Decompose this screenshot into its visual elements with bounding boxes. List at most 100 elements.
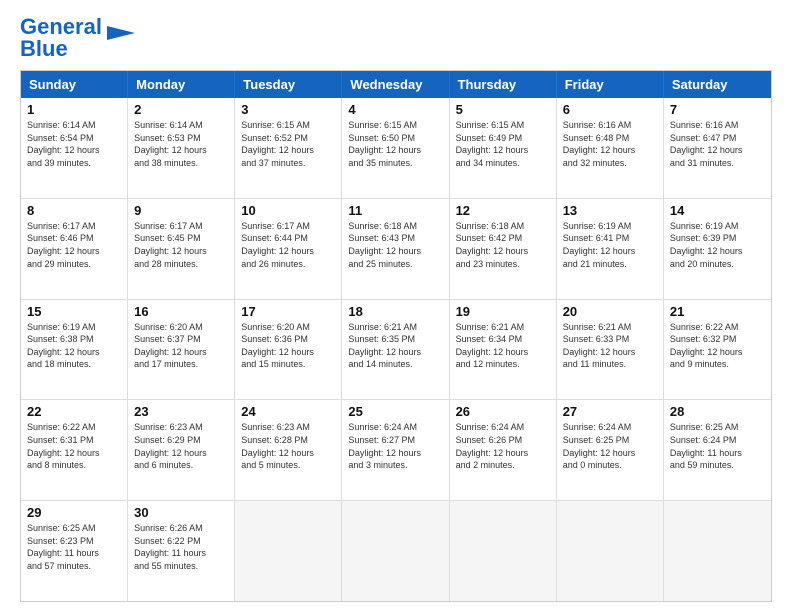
day-number: 21 (670, 304, 765, 319)
day-info: Sunrise: 6:14 AMSunset: 6:54 PMDaylight:… (27, 119, 121, 169)
page: GeneralBlue SundayMondayTuesdayWednesday… (0, 0, 792, 612)
weekday-header-tuesday: Tuesday (235, 71, 342, 98)
day-number: 11 (348, 203, 442, 218)
logo-text: GeneralBlue (20, 16, 102, 60)
day-info: Sunrise: 6:15 AMSunset: 6:50 PMDaylight:… (348, 119, 442, 169)
day-info: Sunrise: 6:23 AMSunset: 6:28 PMDaylight:… (241, 421, 335, 471)
day-number: 8 (27, 203, 121, 218)
day-info: Sunrise: 6:24 AMSunset: 6:27 PMDaylight:… (348, 421, 442, 471)
calendar-row-3: 15 Sunrise: 6:19 AMSunset: 6:38 PMDayligh… (21, 299, 771, 400)
day-cell-23: 23 Sunrise: 6:23 AMSunset: 6:29 PMDayligh… (128, 400, 235, 500)
calendar-row-4: 22Sunrise: 6:22 AMSunset: 6:31 PMDayligh… (21, 399, 771, 500)
day-number: 6 (563, 102, 657, 117)
empty-cell (450, 501, 557, 601)
logo-icon (106, 26, 136, 40)
day-number: 9 (134, 203, 228, 218)
day-info: Sunrise: 6:26 AMSunset: 6:22 PMDaylight:… (134, 522, 228, 572)
day-number: 23 (134, 404, 228, 419)
day-cell-1: 1 Sunrise: 6:14 AMSunset: 6:54 PMDaylight… (21, 98, 128, 198)
weekday-header-wednesday: Wednesday (342, 71, 449, 98)
day-info: Sunrise: 6:20 AMSunset: 6:36 PMDaylight:… (241, 321, 335, 371)
day-number: 29 (27, 505, 121, 520)
day-number: 24 (241, 404, 335, 419)
logo: GeneralBlue (20, 16, 136, 60)
day-number: 14 (670, 203, 765, 218)
day-number: 5 (456, 102, 550, 117)
day-cell-15: 15 Sunrise: 6:19 AMSunset: 6:38 PMDayligh… (21, 300, 128, 400)
day-number: 26 (456, 404, 550, 419)
day-number: 15 (27, 304, 121, 319)
day-cell-20: 20 Sunrise: 6:21 AMSunset: 6:33 PMDayligh… (557, 300, 664, 400)
day-number: 4 (348, 102, 442, 117)
day-info: Sunrise: 6:18 AMSunset: 6:43 PMDaylight:… (348, 220, 442, 270)
day-number: 7 (670, 102, 765, 117)
day-info: Sunrise: 6:19 AMSunset: 6:38 PMDaylight:… (27, 321, 121, 371)
empty-cell (342, 501, 449, 601)
day-cell-3: 3Sunrise: 6:15 AMSunset: 6:52 PMDaylight… (235, 98, 342, 198)
day-cell-26: 26 Sunrise: 6:24 AMSunset: 6:26 PMDayligh… (450, 400, 557, 500)
day-number: 30 (134, 505, 228, 520)
day-number: 10 (241, 203, 335, 218)
day-number: 28 (670, 404, 765, 419)
day-cell-27: 27 Sunrise: 6:24 AMSunset: 6:25 PMDayligh… (557, 400, 664, 500)
day-number: 13 (563, 203, 657, 218)
day-info: Sunrise: 6:17 AMSunset: 6:44 PMDaylight:… (241, 220, 335, 270)
day-info: Sunrise: 6:21 AMSunset: 6:35 PMDaylight:… (348, 321, 442, 371)
calendar-row-2: 8 Sunrise: 6:17 AMSunset: 6:46 PMDaylight… (21, 198, 771, 299)
weekday-header-friday: Friday (557, 71, 664, 98)
day-cell-28: 28Sunrise: 6:25 AMSunset: 6:24 PMDayligh… (664, 400, 771, 500)
weekday-header-sunday: Sunday (21, 71, 128, 98)
empty-cell (557, 501, 664, 601)
day-info: Sunrise: 6:24 AMSunset: 6:26 PMDaylight:… (456, 421, 550, 471)
day-info: Sunrise: 6:23 AMSunset: 6:29 PMDaylight:… (134, 421, 228, 471)
header: GeneralBlue (20, 16, 772, 60)
day-cell-10: 10 Sunrise: 6:17 AMSunset: 6:44 PMDayligh… (235, 199, 342, 299)
day-info: Sunrise: 6:18 AMSunset: 6:42 PMDaylight:… (456, 220, 550, 270)
day-cell-16: 16Sunrise: 6:20 AMSunset: 6:37 PMDayligh… (128, 300, 235, 400)
day-cell-18: 18 Sunrise: 6:21 AMSunset: 6:35 PMDayligh… (342, 300, 449, 400)
day-number: 17 (241, 304, 335, 319)
day-number: 19 (456, 304, 550, 319)
day-cell-6: 6 Sunrise: 6:16 AMSunset: 6:48 PMDaylight… (557, 98, 664, 198)
day-info: Sunrise: 6:24 AMSunset: 6:25 PMDaylight:… (563, 421, 657, 471)
calendar-row-1: 1 Sunrise: 6:14 AMSunset: 6:54 PMDaylight… (21, 98, 771, 198)
day-cell-30: 30 Sunrise: 6:26 AMSunset: 6:22 PMDayligh… (128, 501, 235, 601)
calendar-header: SundayMondayTuesdayWednesdayThursdayFrid… (21, 71, 771, 98)
day-cell-14: 14 Sunrise: 6:19 AMSunset: 6:39 PMDayligh… (664, 199, 771, 299)
calendar-body: 1 Sunrise: 6:14 AMSunset: 6:54 PMDaylight… (21, 98, 771, 601)
day-number: 27 (563, 404, 657, 419)
day-cell-7: 7 Sunrise: 6:16 AMSunset: 6:47 PMDaylight… (664, 98, 771, 198)
day-cell-21: 21 Sunrise: 6:22 AMSunset: 6:32 PMDayligh… (664, 300, 771, 400)
day-number: 1 (27, 102, 121, 117)
day-info: Sunrise: 6:14 AMSunset: 6:53 PMDaylight:… (134, 119, 228, 169)
day-info: Sunrise: 6:19 AMSunset: 6:39 PMDaylight:… (670, 220, 765, 270)
day-cell-22: 22Sunrise: 6:22 AMSunset: 6:31 PMDayligh… (21, 400, 128, 500)
day-info: Sunrise: 6:17 AMSunset: 6:46 PMDaylight:… (27, 220, 121, 270)
day-cell-9: 9Sunrise: 6:17 AMSunset: 6:45 PMDaylight… (128, 199, 235, 299)
day-cell-17: 17 Sunrise: 6:20 AMSunset: 6:36 PMDayligh… (235, 300, 342, 400)
day-cell-29: 29Sunrise: 6:25 AMSunset: 6:23 PMDayligh… (21, 501, 128, 601)
day-info: Sunrise: 6:21 AMSunset: 6:33 PMDaylight:… (563, 321, 657, 371)
day-info: Sunrise: 6:21 AMSunset: 6:34 PMDaylight:… (456, 321, 550, 371)
day-number: 22 (27, 404, 121, 419)
day-info: Sunrise: 6:22 AMSunset: 6:32 PMDaylight:… (670, 321, 765, 371)
empty-cell (235, 501, 342, 601)
day-cell-8: 8 Sunrise: 6:17 AMSunset: 6:46 PMDaylight… (21, 199, 128, 299)
day-info: Sunrise: 6:19 AMSunset: 6:41 PMDaylight:… (563, 220, 657, 270)
day-cell-13: 13 Sunrise: 6:19 AMSunset: 6:41 PMDayligh… (557, 199, 664, 299)
day-number: 20 (563, 304, 657, 319)
day-number: 18 (348, 304, 442, 319)
day-number: 2 (134, 102, 228, 117)
day-cell-24: 24 Sunrise: 6:23 AMSunset: 6:28 PMDayligh… (235, 400, 342, 500)
day-cell-5: 5Sunrise: 6:15 AMSunset: 6:49 PMDaylight… (450, 98, 557, 198)
calendar-row-5: 29Sunrise: 6:25 AMSunset: 6:23 PMDayligh… (21, 500, 771, 601)
day-info: Sunrise: 6:16 AMSunset: 6:48 PMDaylight:… (563, 119, 657, 169)
day-info: Sunrise: 6:16 AMSunset: 6:47 PMDaylight:… (670, 119, 765, 169)
day-cell-4: 4 Sunrise: 6:15 AMSunset: 6:50 PMDaylight… (342, 98, 449, 198)
day-cell-2: 2 Sunrise: 6:14 AMSunset: 6:53 PMDaylight… (128, 98, 235, 198)
weekday-header-saturday: Saturday (664, 71, 771, 98)
day-cell-19: 19 Sunrise: 6:21 AMSunset: 6:34 PMDayligh… (450, 300, 557, 400)
day-info: Sunrise: 6:20 AMSunset: 6:37 PMDaylight:… (134, 321, 228, 371)
day-cell-12: 12Sunrise: 6:18 AMSunset: 6:42 PMDayligh… (450, 199, 557, 299)
calendar: SundayMondayTuesdayWednesdayThursdayFrid… (20, 70, 772, 602)
